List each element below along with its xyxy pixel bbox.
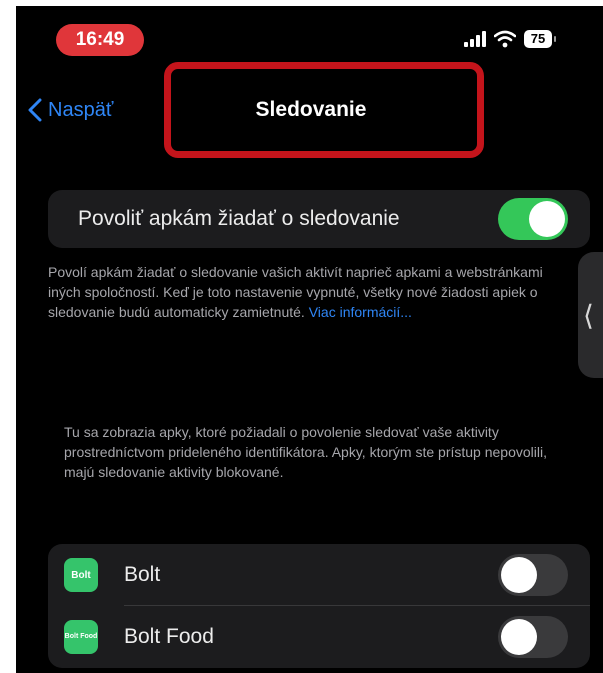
tracking-toggle-row[interactable]: Povoliť apkám žiadať o sledovanie: [48, 190, 590, 248]
status-icons: 75: [464, 26, 556, 52]
bolt-food-toggle[interactable]: [498, 616, 568, 658]
apps-note: Tu sa zobrazia apky, ktoré požiadali o p…: [64, 424, 547, 480]
toggle-knob: [529, 201, 565, 237]
app-row-bolt-food[interactable]: Bolt Food Bolt Food: [48, 606, 590, 668]
bolt-food-app-icon: Bolt Food: [64, 620, 98, 654]
toggle-knob: [501, 619, 537, 655]
tracking-toggle-label: Povoliť apkám žiadať o sledovanie: [78, 207, 400, 230]
title-highlight-annotation: [164, 62, 484, 158]
bolt-app-icon: Bolt: [64, 558, 98, 592]
toggle-knob: [501, 557, 537, 593]
app-row-bolt[interactable]: Bolt Bolt: [48, 544, 590, 606]
back-button[interactable]: Naspäť: [28, 98, 113, 122]
bolt-toggle[interactable]: [498, 554, 568, 596]
app-name: Bolt: [124, 563, 161, 586]
wifi-icon: [494, 30, 516, 48]
tracking-description-text: Povolí apkám žiadať o sledovanie vašich …: [48, 264, 543, 320]
side-panel-handle[interactable]: ⟨: [578, 252, 603, 378]
apps-list-card: Bolt Bolt Bolt Food Bolt Food: [48, 544, 590, 668]
chevron-left-icon: ⟨: [583, 299, 594, 331]
battery-icon: 75: [524, 30, 556, 48]
more-info-link[interactable]: Viac informácií...: [309, 304, 412, 320]
app-name: Bolt Food: [124, 625, 214, 648]
cellular-signal-icon: [464, 31, 486, 47]
tracking-settings-card: Povoliť apkám žiadať o sledovanie: [48, 190, 590, 248]
status-time: 16:49: [56, 24, 144, 56]
tracking-toggle[interactable]: [498, 198, 568, 240]
chevron-left-icon: [28, 98, 42, 122]
phone-screen: 16:49 75 Naspäť Sledovanie Povoliť apkám…: [16, 6, 603, 673]
tracking-description: Povolí apkám žiadať o sledovanie vašich …: [48, 262, 578, 322]
back-label: Naspäť: [48, 98, 114, 121]
